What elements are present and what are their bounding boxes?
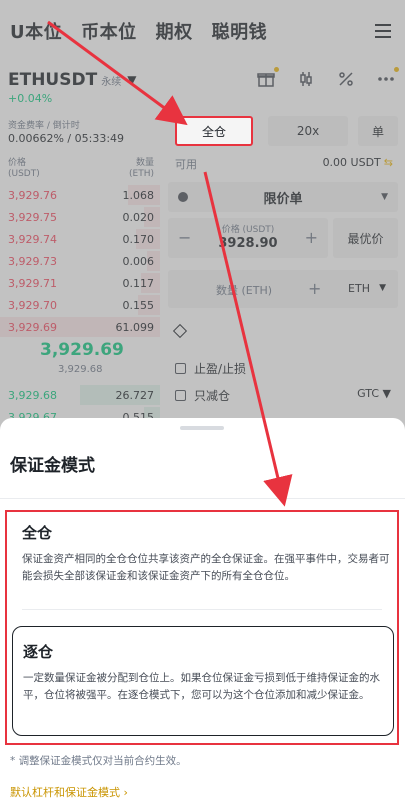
sheet-drag-handle[interactable] <box>180 426 224 430</box>
dim-overlay[interactable] <box>0 0 405 430</box>
trading-screen: U本位 币本位 期权 聪明钱 ETHUSDT 永续 ▼ +0.04% 资金费率 … <box>0 0 405 430</box>
divider <box>22 609 382 610</box>
default-leverage-link[interactable]: 默认杠杆和保证金模式 › <box>10 784 128 800</box>
option-cross-margin[interactable]: 全仓 保证金资产相同的全仓仓位共享该资产的全仓保证金。在强平事件中，交易者可能会… <box>14 522 392 585</box>
option-cross-title: 全仓 <box>22 524 53 542</box>
margin-mode-note: * 调整保证金模式仅对当前合约生效。 <box>10 755 187 767</box>
divider <box>0 498 405 499</box>
sheet-title: 保证金模式 <box>10 456 95 476</box>
margin-mode-sheet: 保证金模式 全仓 保证金资产相同的全仓仓位共享该资产的全仓保证金。在强平事件中，… <box>0 418 405 805</box>
margin-mode-button[interactable]: 全仓 <box>175 116 253 146</box>
option-isolated-margin[interactable]: 逐仓 一定数量保证金被分配到仓位上。如果仓位保证金亏损到低于维持保证金的水平，仓… <box>12 626 394 736</box>
option-cross-desc: 保证金资产相同的全仓仓位共享该资产的全仓保证金。在强平事件中，交易者可能会损失全… <box>22 553 390 582</box>
option-isolated-title: 逐仓 <box>23 643 54 661</box>
option-isolated-desc: 一定数量保证金被分配到仓位上。如果仓位保证金亏损到低于维持保证金的水平，仓位将被… <box>23 672 380 701</box>
